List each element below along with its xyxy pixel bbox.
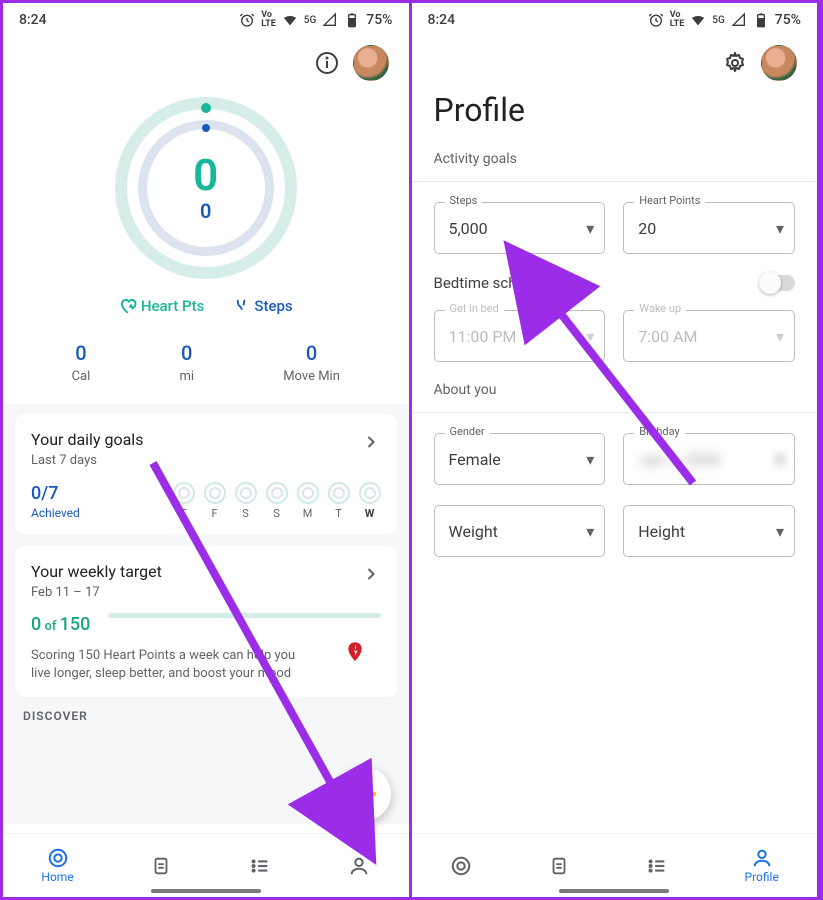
bottom-nav: Home [3,833,409,897]
card-subtitle: Last 7 days [31,453,381,468]
chevron-down-icon: ▾ [586,450,594,469]
nav-journal[interactable] [548,855,570,877]
steps-value: 0 [200,199,211,223]
nav-home[interactable] [450,855,472,877]
nav-browse[interactable] [249,855,271,877]
weight-dropdown[interactable]: Weight ▾ [434,505,606,557]
birthday-dropdown[interactable]: Birthday Jan 1, 2000 ▾ [623,433,795,485]
home-indicator [151,889,261,893]
battery-icon [753,12,769,28]
nav-journal[interactable] [150,855,172,877]
chevron-down-icon: ▾ [586,522,594,541]
chevron-down-icon: ▾ [776,450,784,469]
status-bar: 8:24 VoLTE 5G 75% [3,3,409,37]
battery-icon [344,12,360,28]
wifi-icon [282,12,298,28]
profile-screen: 8:24 VoLTE 5G 75% Profile Activity goals… [412,3,821,897]
nav-browse[interactable] [646,855,668,877]
heartpoints-dropdown[interactable]: Heart Points 20 ▾ [623,202,795,254]
height-dropdown[interactable]: Height ▾ [623,505,795,557]
add-fab[interactable] [337,767,391,821]
activity-ring[interactable]: 0 0 Heart Pts Steps [3,85,409,325]
home-indicator [559,889,669,893]
chevron-right-icon [361,564,381,588]
section-about-you: About you [434,382,796,398]
settings-icon[interactable] [721,49,749,77]
status-icons: VoLTE 5G 75% [239,11,392,29]
chevron-down-icon: ▾ [776,522,784,541]
legend-steps: Steps [232,297,292,315]
weekday-rings: T F S S M T W [173,482,381,520]
bottom-nav: Profile [412,833,818,897]
heart-points-progress: 0 of 150 [31,614,90,635]
avatar[interactable] [353,45,389,81]
weekly-desc: Scoring 150 Heart Points a week can help… [31,647,311,683]
daily-goals-card[interactable]: Your daily goals Last 7 days 0/7 Achieve… [15,414,397,534]
achieved-text: 0/7 Achieved [31,483,80,520]
nav-profile[interactable]: Profile [745,847,779,884]
status-bar: 8:24 VoLTE 5G 75% [412,3,818,37]
metric-mi[interactable]: 0mi [179,341,194,384]
avatar[interactable] [761,45,797,81]
chevron-right-icon [361,432,381,456]
card-title: Your daily goals [31,430,381,449]
chevron-down-icon: ▾ [776,327,784,346]
alarm-icon [239,12,255,28]
info-icon[interactable] [313,49,341,77]
bedtime-toggle[interactable] [759,275,795,291]
progress-bar [108,613,380,618]
chevron-down-icon: ▾ [586,327,594,346]
section-activity-goals: Activity goals [434,151,796,167]
wifi-icon [690,12,706,28]
wakeup-dropdown[interactable]: Wake up 7:00 AM ▾ [623,310,795,362]
home-screen: 8:24 VoLTE 5G 75% 0 0 Heart Pts Steps 0C… [3,3,412,897]
signal-icon [731,12,747,28]
heart-points-value: 0 [193,153,218,197]
signal-icon [322,12,338,28]
weekly-target-card[interactable]: Your weekly target Feb 11 – 17 0 of 150 … [15,546,397,697]
nav-profile[interactable] [348,855,370,877]
metric-movemin[interactable]: 0Move Min [283,341,340,384]
alarm-icon [648,12,664,28]
bedtime-label: Bedtime schedule [434,274,553,292]
discover-header: DISCOVER [23,709,389,723]
status-time: 8:24 [19,12,47,28]
metric-cal[interactable]: 0Cal [72,341,91,384]
chevron-down-icon: ▾ [586,219,594,238]
steps-dropdown[interactable]: Steps 5,000 ▾ [434,202,606,254]
aha-logo [339,631,383,675]
metrics-row: 0Cal 0mi 0Move Min [3,325,409,404]
legend-heart: Heart Pts [119,297,205,315]
gender-dropdown[interactable]: Gender Female ▾ [434,433,606,485]
chevron-down-icon: ▾ [776,219,784,238]
getinbed-dropdown[interactable]: Get in bed 11:00 PM ▾ [434,310,606,362]
top-bar [3,37,409,85]
page-title: Profile [412,85,818,143]
nav-home[interactable]: Home [41,847,73,884]
